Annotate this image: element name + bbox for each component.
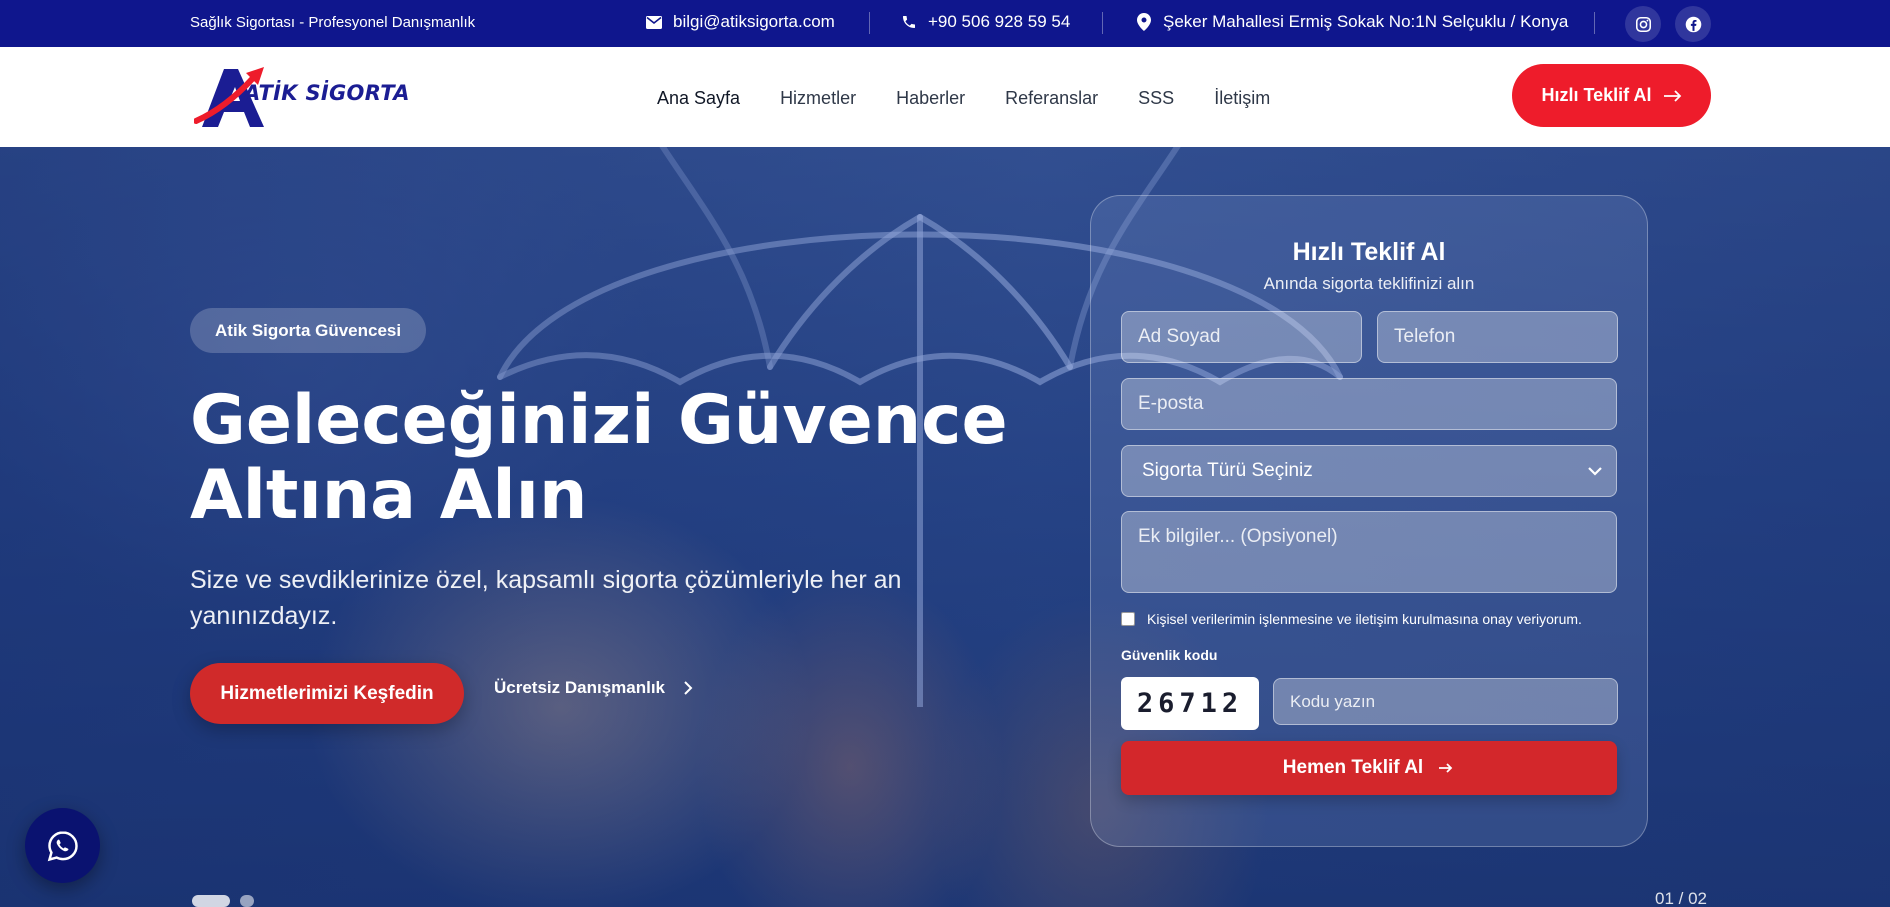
quick-quote-button[interactable]: Hızlı Teklif Al xyxy=(1512,64,1711,127)
top-bar-address-text: Şeker Mahallesi Ermiş Sokak No:1N Selçuk… xyxy=(1163,12,1569,31)
top-bar-phone[interactable]: +90 506 928 59 54 xyxy=(900,12,1070,32)
insurance-type-select[interactable]: Sigorta Türü Seçiniz xyxy=(1121,445,1617,497)
top-bar-phone-text[interactable]: +90 506 928 59 54 xyxy=(928,12,1070,32)
main-nav: Ana Sayfa Hizmetler Haberler Referanslar… xyxy=(657,88,1310,109)
submit-quote-button[interactable]: Hemen Teklif Al xyxy=(1121,741,1617,795)
whatsapp-button[interactable] xyxy=(25,808,100,883)
consent-label: Kişisel verilerimin işlenmesine ve ileti… xyxy=(1147,611,1582,627)
instagram-icon xyxy=(1634,15,1652,33)
top-bar-email[interactable]: bilgi@atiksigorta.com xyxy=(645,12,835,32)
arrow-right-icon xyxy=(1437,759,1455,777)
phone-field[interactable]: Telefon xyxy=(1377,311,1618,363)
nav-item-faq[interactable]: SSS xyxy=(1138,88,1174,109)
chevron-right-icon xyxy=(679,679,697,697)
consent-row: Kişisel verilerimin işlenmesine ve ileti… xyxy=(1121,611,1582,627)
slider-dots xyxy=(192,895,254,907)
form-subtitle: Anında sigorta teklifinizi alın xyxy=(1263,274,1475,293)
whatsapp-icon xyxy=(45,828,81,864)
location-pin-icon xyxy=(1135,13,1153,31)
free-consultation-link[interactable]: Ücretsiz Danışmanlık xyxy=(494,678,697,698)
submit-quote-label: Hemen Teklif Al xyxy=(1282,757,1424,778)
captcha-label: Güvenlik kodu xyxy=(1121,647,1218,663)
quote-form: Hızlı Teklif Al Anında sigorta teklifini… xyxy=(1090,195,1648,847)
hero-badge: Atik Sigorta Güvencesi xyxy=(190,308,427,353)
instagram-link[interactable] xyxy=(1625,6,1661,42)
hero-title-line1: Geleceğinizi Güvence xyxy=(190,381,1008,460)
slider-dot[interactable] xyxy=(240,895,254,907)
top-bar-email-text[interactable]: bilgi@atiksigorta.com xyxy=(673,12,835,32)
arrow-right-icon xyxy=(1663,87,1682,105)
notes-textarea[interactable]: Ek bilgiler... (Opsiyonel) xyxy=(1121,511,1617,593)
top-bar: Sağlık Sigortası - Profesyonel Danışmanl… xyxy=(0,0,1890,47)
top-bar-divider xyxy=(1102,12,1103,34)
captcha-image: 26712 xyxy=(1121,677,1259,730)
free-consultation-label: Ücretsiz Danışmanlık xyxy=(494,678,666,697)
phone-icon xyxy=(900,13,918,31)
form-title: Hızlı Teklif Al xyxy=(1292,238,1446,266)
hero-title: Geleceğinizi Güvence Altına Alın xyxy=(190,383,1010,533)
hero-section: Atik Sigorta Güvencesi Geleceğinizi Güve… xyxy=(0,147,1890,907)
top-bar-tagline: Sağlık Sigortası - Profesyonel Danışmanl… xyxy=(190,14,476,31)
hero-title-line2: Altına Alın xyxy=(190,456,588,535)
name-field[interactable]: Ad Soyad xyxy=(1121,311,1362,363)
explore-services-button[interactable]: Hizmetlerimizi Keşfedin xyxy=(190,663,464,724)
logo-text: ATİK SİGORTA xyxy=(244,81,410,105)
nav-item-news[interactable]: Haberler xyxy=(896,88,965,109)
insurance-type-value: Sigorta Türü Seçiniz xyxy=(1142,460,1313,481)
top-bar-address: Şeker Mahallesi Ermiş Sokak No:1N Selçuk… xyxy=(1135,12,1568,32)
hero-subtitle: Size ve sevdiklerinize özel, kapsamlı si… xyxy=(190,566,902,630)
chevron-down-icon xyxy=(1586,462,1604,480)
nav-item-services[interactable]: Hizmetler xyxy=(780,88,856,109)
quick-quote-label: Hızlı Teklif Al xyxy=(1541,85,1652,105)
nav-item-home[interactable]: Ana Sayfa xyxy=(657,88,740,109)
facebook-link[interactable] xyxy=(1675,6,1711,42)
nav-item-contact[interactable]: İletişim xyxy=(1214,88,1270,109)
facebook-icon xyxy=(1684,15,1702,33)
slider-dot-active[interactable] xyxy=(192,895,230,907)
mail-icon xyxy=(645,13,663,31)
site-header: ATİK SİGORTA Ana Sayfa Hizmetler Haberle… xyxy=(0,47,1890,147)
consent-checkbox[interactable] xyxy=(1121,612,1135,626)
top-bar-divider xyxy=(869,12,870,34)
captcha-input[interactable]: Kodu yazın xyxy=(1273,678,1618,725)
top-bar-divider xyxy=(1594,12,1595,34)
email-field[interactable]: E-posta xyxy=(1121,378,1617,430)
slide-counter: 01 / 02 xyxy=(1655,889,1707,907)
nav-item-references[interactable]: Referanslar xyxy=(1005,88,1098,109)
